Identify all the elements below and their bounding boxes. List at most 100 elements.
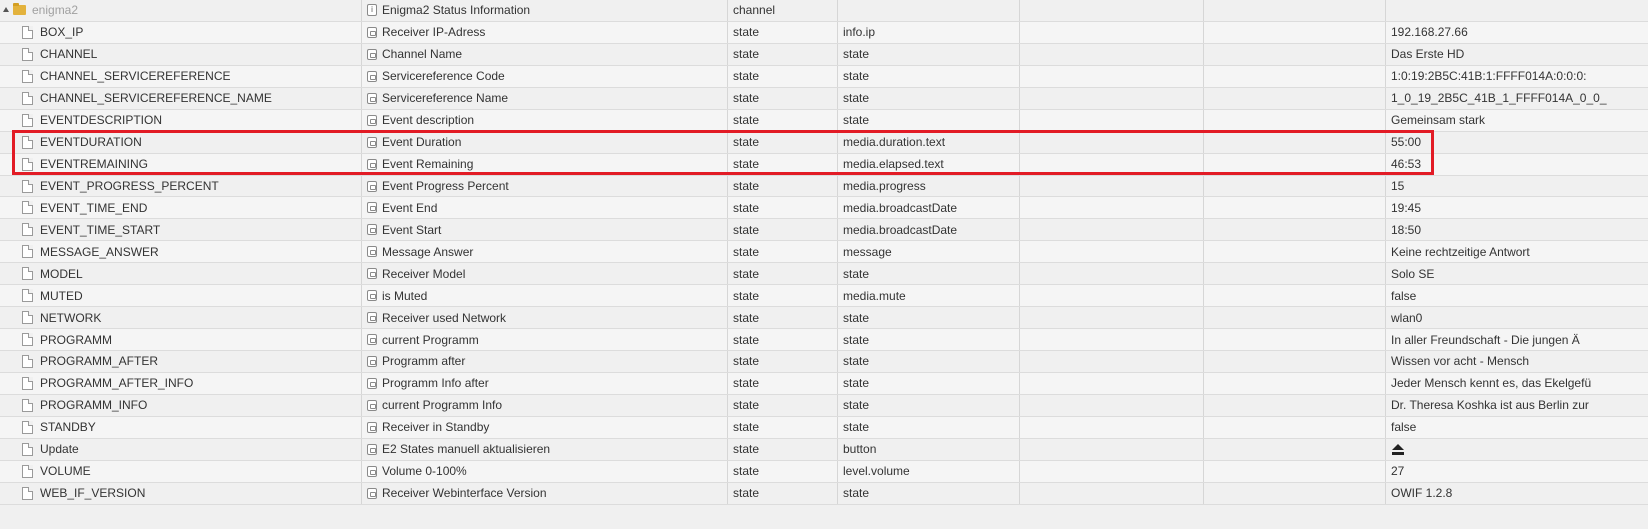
- table-row-box-ip[interactable]: BOX_IP Receiver IP-Adress state info.ip …: [0, 21, 1648, 44]
- state-icon: [367, 312, 377, 324]
- value-cell[interactable]: Keine rechtzeitige Antwort: [1386, 241, 1648, 262]
- table-row-programm-after[interactable]: PROGRAMM_AFTER Programm after state stat…: [0, 351, 1648, 373]
- file-icon: [22, 486, 33, 500]
- state-icon: [367, 334, 377, 346]
- empty-cell: [1020, 21, 1204, 43]
- id-cell[interactable]: EVENT_PROGRESS_PERCENT: [0, 175, 362, 197]
- file-icon: [22, 157, 33, 171]
- id-cell[interactable]: NETWORK: [0, 307, 362, 329]
- table-row-eventremaining[interactable]: EVENTREMAINING Event Remaining state med…: [0, 153, 1648, 176]
- value-cell[interactable]: Solo SE: [1386, 263, 1648, 284]
- id-cell[interactable]: STANDBY: [0, 416, 362, 438]
- value-cell[interactable]: OWIF 1.2.8: [1386, 483, 1648, 504]
- table-row-channel[interactable]: CHANNEL Channel Name state state Das Ers…: [0, 43, 1648, 66]
- table-row-event-time-end[interactable]: EVENT_TIME_END Event End state media.bro…: [0, 197, 1648, 220]
- eject-icon[interactable]: [1392, 443, 1404, 455]
- id-cell[interactable]: CHANNEL_SERVICEREFERENCE: [0, 65, 362, 87]
- collapse-caret-icon[interactable]: [3, 7, 9, 12]
- table-row-programm-after-info[interactable]: PROGRAMM_AFTER_INFO Programm Info after …: [0, 372, 1648, 395]
- object-value: Gemeinsam stark: [1391, 113, 1486, 128]
- id-cell[interactable]: EVENT_TIME_START: [0, 219, 362, 241]
- table-row-eventdescription[interactable]: EVENTDESCRIPTION Event description state…: [0, 109, 1648, 132]
- table-row-muted[interactable]: MUTED is Muted state media.mute false: [0, 285, 1648, 308]
- value-cell[interactable]: Das Erste HD: [1386, 44, 1648, 65]
- empty-cell: [1204, 482, 1386, 504]
- id-cell[interactable]: CHANNEL: [0, 43, 362, 65]
- file-icon: [22, 91, 33, 105]
- type-cell: state: [728, 372, 838, 394]
- id-cell[interactable]: EVENTREMAINING: [0, 153, 362, 175]
- id-cell[interactable]: PROGRAMM_INFO: [0, 394, 362, 416]
- value-cell[interactable]: 1_0_19_2B5C_41B_1_FFFF014A_0_0_: [1386, 88, 1648, 109]
- empty-cell: [1020, 175, 1204, 197]
- id-cell[interactable]: CHANNEL_SERVICEREFERENCE_NAME: [0, 87, 362, 109]
- table-row-event-time-start[interactable]: EVENT_TIME_START Event Start state media…: [0, 219, 1648, 242]
- value-cell[interactable]: [1386, 439, 1648, 460]
- id-cell[interactable]: PROGRAMM: [0, 329, 362, 350]
- id-cell[interactable]: EVENTDURATION: [0, 131, 362, 153]
- type-cell: state: [728, 197, 838, 219]
- id-cell[interactable]: MUTED: [0, 285, 362, 307]
- value-cell[interactable]: false: [1386, 285, 1648, 306]
- empty-cell: [1020, 460, 1204, 482]
- table-row-programm[interactable]: PROGRAMM current Programm state state In…: [0, 329, 1648, 351]
- value-cell[interactable]: false: [1386, 417, 1648, 438]
- empty-cell: [1020, 351, 1204, 372]
- table-row-standby[interactable]: STANDBY Receiver in Standby state state …: [0, 416, 1648, 439]
- role-cell: state: [838, 87, 1020, 109]
- value-cell[interactable]: 18:50: [1386, 219, 1648, 240]
- table-row-channel-servicereference[interactable]: CHANNEL_SERVICEREFERENCE Servicereferenc…: [0, 65, 1648, 88]
- role-cell: media.elapsed.text: [838, 153, 1020, 175]
- file-icon: [22, 47, 33, 61]
- table-row-channel-servicereference-name[interactable]: CHANNEL_SERVICEREFERENCE_NAME Serviceref…: [0, 87, 1648, 110]
- name-cell: Event End: [362, 197, 728, 219]
- table-row-update[interactable]: Update E2 States manuell aktualisieren s…: [0, 438, 1648, 461]
- id-cell[interactable]: EVENTDESCRIPTION: [0, 109, 362, 131]
- value-cell[interactable]: In aller Freundschaft - Die jungen Ä: [1386, 329, 1648, 350]
- table-row-programm-info[interactable]: PROGRAMM_INFO current Programm Info stat…: [0, 394, 1648, 417]
- empty-cell: [1020, 87, 1204, 109]
- value-cell[interactable]: 19:45: [1386, 197, 1648, 218]
- value-cell[interactable]: wlan0: [1386, 307, 1648, 328]
- table-row-message-answer[interactable]: MESSAGE_ANSWER Message Answer state mess…: [0, 241, 1648, 264]
- state-icon: [367, 158, 377, 170]
- id-cell[interactable]: MESSAGE_ANSWER: [0, 241, 362, 263]
- id-cell[interactable]: PROGRAMM_AFTER_INFO: [0, 372, 362, 394]
- id-cell[interactable]: BOX_IP: [0, 21, 362, 43]
- value-cell[interactable]: 192.168.27.66: [1386, 22, 1648, 43]
- type-cell: state: [728, 109, 838, 131]
- object-role: state: [843, 310, 870, 325]
- id-cell[interactable]: Update: [0, 438, 362, 460]
- table-row-eventduration[interactable]: EVENTDURATION Event Duration state media…: [0, 131, 1648, 154]
- value-cell[interactable]: Jeder Mensch kennt es, das Ekelgefü: [1386, 373, 1648, 394]
- role-cell: state: [838, 65, 1020, 87]
- table-row-volume[interactable]: VOLUME Volume 0-100% state level.volume …: [0, 460, 1648, 483]
- type-cell: state: [728, 307, 838, 329]
- table-row-web-if-version[interactable]: WEB_IF_VERSION Receiver Webinterface Ver…: [0, 482, 1648, 505]
- value-cell[interactable]: Gemeinsam stark: [1386, 110, 1648, 131]
- table-row-enigma2[interactable]: enigma2 i Enigma2 Status Information cha…: [0, 0, 1648, 22]
- value-cell[interactable]: Dr. Theresa Koshka ist aus Berlin zur: [1386, 395, 1648, 416]
- name-cell: i Enigma2 Status Information: [362, 0, 728, 21]
- state-icon: [367, 356, 377, 367]
- value-cell[interactable]: 1:0:19:2B5C:41B:1:FFFF014A:0:0:0:: [1386, 66, 1648, 87]
- value-cell[interactable]: 27: [1386, 461, 1648, 482]
- table-row-model[interactable]: MODEL Receiver Model state state Solo SE: [0, 263, 1648, 286]
- id-cell[interactable]: enigma2: [0, 0, 362, 21]
- id-cell[interactable]: WEB_IF_VERSION: [0, 482, 362, 504]
- value-cell[interactable]: 15: [1386, 176, 1648, 197]
- value-cell[interactable]: 55:00: [1386, 132, 1648, 153]
- id-cell[interactable]: VOLUME: [0, 460, 362, 482]
- table-row-network[interactable]: NETWORK Receiver used Network state stat…: [0, 307, 1648, 330]
- id-cell[interactable]: EVENT_TIME_END: [0, 197, 362, 219]
- object-type: state: [733, 135, 760, 150]
- table-row-event-progress-percent[interactable]: EVENT_PROGRESS_PERCENT Event Progress Pe…: [0, 175, 1648, 198]
- object-id: enigma2: [32, 3, 79, 18]
- value-cell[interactable]: Wissen vor acht - Mensch: [1386, 351, 1648, 372]
- id-cell[interactable]: MODEL: [0, 263, 362, 285]
- state-icon: [367, 399, 377, 411]
- value-cell[interactable]: 46:53: [1386, 154, 1648, 175]
- role-cell: media.mute: [838, 285, 1020, 307]
- id-cell[interactable]: PROGRAMM_AFTER: [0, 351, 362, 372]
- object-value: 46:53: [1391, 157, 1422, 172]
